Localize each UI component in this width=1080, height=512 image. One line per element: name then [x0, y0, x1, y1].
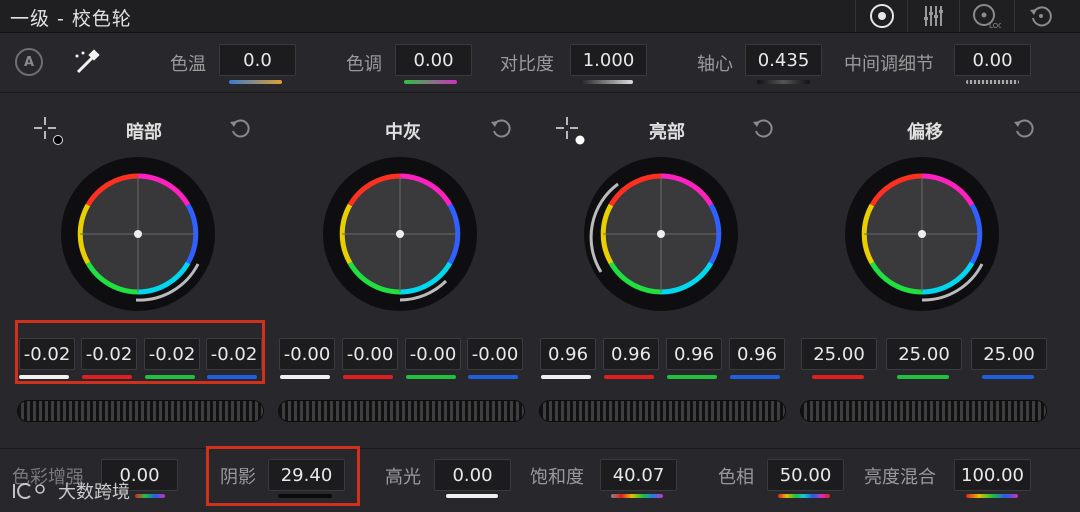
gamma-wheel-puck[interactable] — [396, 230, 404, 238]
gamma-b-bar — [468, 375, 518, 379]
gain-r-bar — [604, 375, 654, 379]
gamma-master-jog-wheel[interactable] — [278, 400, 525, 422]
reset-lift-icon[interactable] — [228, 116, 254, 142]
white-balance-picker-icon[interactable] — [72, 48, 104, 76]
pivot-field[interactable]: 0.435 — [745, 44, 822, 76]
saturation-label: 饱和度 — [530, 467, 584, 488]
wheel-title-lift: 暗部 — [126, 122, 162, 143]
offset-g-bar — [897, 375, 949, 379]
reset-all-button[interactable] — [1014, 0, 1067, 32]
gain-y-bar — [541, 375, 591, 379]
gain-b-bar — [730, 375, 780, 379]
gain-y-field[interactable]: 0.96 — [540, 338, 596, 370]
reset-all-icon — [1030, 6, 1052, 27]
offset-color-wheel[interactable] — [842, 154, 1002, 314]
lift-wheel-puck[interactable] — [134, 230, 142, 238]
temp-slider[interactable] — [229, 80, 282, 84]
hue-field[interactable]: 50.00 — [767, 459, 844, 491]
contrast-label: 对比度 — [500, 54, 554, 75]
lift-picker-icon[interactable] — [33, 116, 63, 146]
gamma-r-field[interactable]: -0.00 — [342, 338, 398, 370]
contrast-slider[interactable] — [580, 80, 633, 84]
gamma-color-wheel[interactable] — [320, 154, 480, 314]
offset-r-field[interactable]: 25.00 — [801, 338, 877, 370]
gain-b-field[interactable]: 0.96 — [729, 338, 785, 370]
offset-b-bar — [982, 375, 1034, 379]
gain-picker-icon[interactable] — [555, 116, 585, 146]
auto-balance-label: A — [23, 54, 35, 70]
wheel-title-gamma: 中灰 — [385, 122, 421, 143]
wheel-title-gain: 亮部 — [649, 122, 685, 143]
log-wheels-icon: LOG — [973, 4, 1001, 29]
gamma-r-bar — [343, 375, 393, 379]
saturation-field[interactable]: 40.07 — [600, 459, 677, 491]
watermark-logo-icon — [13, 483, 45, 499]
gain-r-field[interactable]: 0.96 — [603, 338, 659, 370]
watermark-text: 大数跨境 — [58, 482, 130, 503]
middetail-slider[interactable] — [966, 80, 1019, 84]
primary-bars-tab[interactable] — [907, 0, 960, 32]
hue-label: 色相 — [718, 467, 754, 488]
color-wheels-icon — [870, 4, 894, 28]
hue-slider[interactable] — [778, 494, 830, 498]
reset-offset-icon[interactable] — [1012, 116, 1038, 142]
contrast-field[interactable]: 1.000 — [570, 44, 647, 76]
watermark: 大数跨境 — [10, 478, 130, 504]
middetail-field[interactable]: 0.00 — [954, 44, 1031, 76]
lift-color-wheel[interactable] — [58, 154, 218, 314]
lummix-label: 亮度混合 — [864, 467, 936, 488]
lummix-slider[interactable] — [966, 494, 1018, 498]
lift-values-highlight — [15, 320, 265, 384]
lift-master-jog-wheel[interactable] — [17, 400, 264, 422]
tint-field[interactable]: 0.00 — [395, 44, 472, 76]
gain-color-wheel[interactable] — [581, 154, 741, 314]
highlight-label: 高光 — [385, 467, 421, 488]
shadow-highlight-box — [206, 446, 360, 506]
gamma-g-field[interactable]: -0.00 — [405, 338, 461, 370]
offset-b-field[interactable]: 25.00 — [971, 338, 1047, 370]
gamma-g-bar — [406, 375, 456, 379]
saturation-slider[interactable] — [611, 494, 663, 498]
tint-slider[interactable] — [404, 80, 457, 84]
reset-gamma-icon[interactable] — [489, 116, 515, 142]
highlight-field[interactable]: 0.00 — [434, 459, 511, 491]
gain-master-jog-wheel[interactable] — [539, 400, 786, 422]
pivot-label: 轴心 — [697, 54, 733, 75]
temp-label: 色温 — [170, 54, 206, 75]
gamma-y-bar — [280, 375, 330, 379]
reset-gain-icon[interactable] — [751, 116, 777, 142]
wheel-title-offset: 偏移 — [907, 122, 943, 143]
offset-g-field[interactable]: 25.00 — [886, 338, 962, 370]
temp-field[interactable]: 0.0 — [219, 44, 296, 76]
offset-wheel-puck[interactable] — [918, 230, 926, 238]
pivot-slider[interactable] — [757, 80, 810, 84]
colorboost-slider[interactable] — [135, 494, 165, 498]
panel-title: 一级 - 校色轮 — [10, 8, 132, 30]
gain-wheel-puck[interactable] — [657, 230, 665, 238]
gain-g-bar — [667, 375, 717, 379]
offset-r-bar — [812, 375, 864, 379]
svg-text:LOG: LOG — [989, 22, 1001, 29]
auto-balance-button[interactable]: A — [15, 48, 43, 76]
highlight-slider[interactable] — [446, 494, 498, 498]
gain-g-field[interactable]: 0.96 — [666, 338, 722, 370]
color-wheels-tab[interactable] — [855, 0, 908, 32]
offset-master-jog-wheel[interactable] — [800, 400, 1047, 422]
gamma-y-field[interactable]: -0.00 — [279, 338, 335, 370]
primary-bars-icon — [924, 6, 943, 26]
middetail-label: 中间调细节 — [844, 54, 934, 75]
gamma-b-field[interactable]: -0.00 — [467, 338, 523, 370]
tint-label: 色调 — [346, 54, 382, 75]
log-wheels-tab[interactable]: LOG — [959, 0, 1012, 32]
lummix-field[interactable]: 100.00 — [954, 459, 1031, 491]
